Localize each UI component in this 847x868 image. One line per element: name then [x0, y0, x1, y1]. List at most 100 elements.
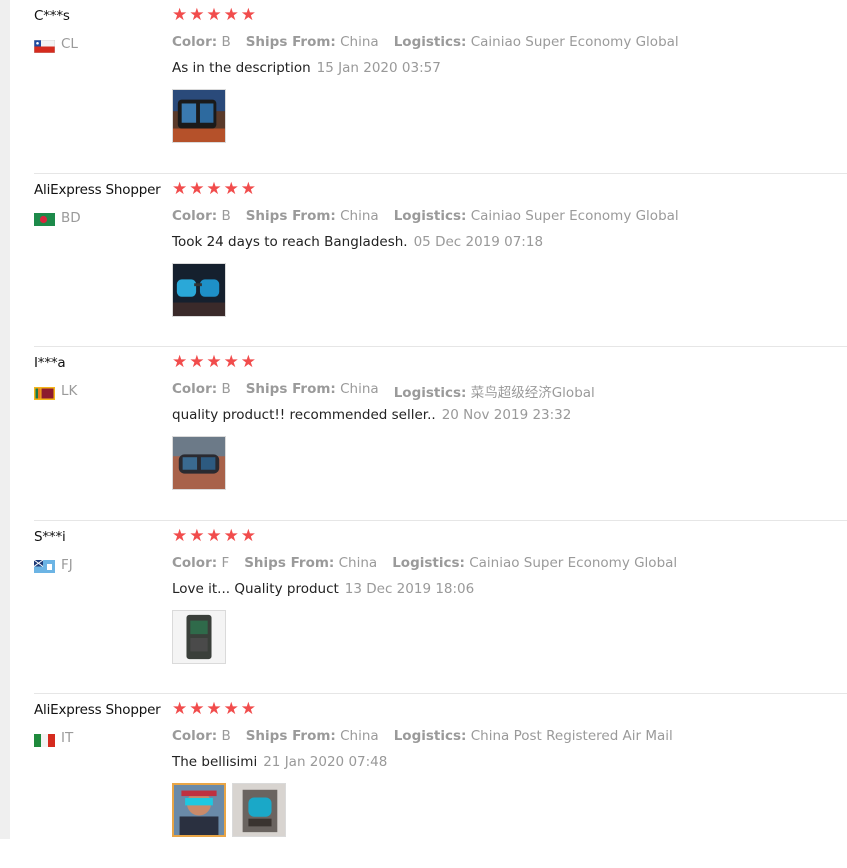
reviewer-country: IT [34, 730, 74, 747]
star-icon: ★ [189, 525, 205, 546]
review-date: 21 Jan 2020 07:48 [263, 754, 388, 770]
ships-from-label: Ships From: [245, 207, 336, 224]
review-item: AliExpress Shopper BD ★ ★ ★ ★ ★ Color: B Shi… [34, 174, 847, 347]
color-label: Color: [172, 34, 218, 50]
color-label: Color: [172, 207, 218, 224]
review-text: quality product!! recommended seller.. [172, 407, 436, 423]
review-photo-thumbnail[interactable] [172, 89, 226, 143]
ships-from-value: China [340, 728, 379, 744]
order-attributes: Color: B Ships From: China Logistics: 菜鸟… [172, 381, 610, 401]
star-rating: ★ ★ ★ ★ ★ [172, 701, 258, 718]
review-item: AliExpress Shopper IT ★ ★ ★ ★ ★ Color: B Shi… [34, 694, 847, 868]
country-code: LK [61, 383, 78, 399]
review-photo-thumbnail[interactable] [172, 436, 226, 490]
star-icon: ★ [240, 5, 256, 25]
review-photo-thumbnail[interactable] [232, 783, 286, 837]
star-rating: ★ ★ ★ ★ ★ [172, 7, 258, 24]
review-text: Took 24 days to reach Bangladesh. [172, 233, 408, 250]
chile-flag-icon [33, 38, 56, 53]
star-icon: ★ [223, 352, 239, 372]
star-icon: ★ [240, 178, 256, 199]
review-text: The bellisimi [172, 754, 258, 770]
review-content: Love it... Quality product 13 Dec 2019 18… [172, 581, 474, 597]
star-icon: ★ [223, 525, 239, 546]
star-icon: ★ [240, 525, 256, 546]
logistics-value: Cainiao Super Economy Global [470, 207, 679, 224]
star-icon: ★ [172, 699, 188, 719]
ships-from-label: Ships From: [244, 554, 335, 571]
review-date: 20 Nov 2019 23:32 [441, 407, 572, 423]
review-photo-thumbnail[interactable] [172, 783, 226, 837]
review-photos [172, 262, 232, 317]
order-attributes: Color: B Ships From: China Logistics: Ca… [172, 208, 694, 224]
star-rating: ★ ★ ★ ★ ★ [172, 178, 258, 199]
order-attributes: Color: B Ships From: China Logistics: Ch… [172, 728, 688, 744]
review-photo-thumbnail[interactable] [172, 609, 226, 664]
star-icon: ★ [206, 178, 222, 199]
reviewer-country: BD [34, 210, 81, 226]
star-icon: ★ [206, 352, 222, 372]
review-text: Love it... Quality product [172, 580, 339, 597]
reviewer-name: AliExpress Shopper [34, 702, 161, 718]
country-code: FJ [61, 556, 73, 573]
star-icon: ★ [189, 5, 205, 25]
color-value: B [221, 34, 231, 50]
review-date: 15 Jan 2020 03:57 [316, 60, 441, 76]
reviewer-country: CL [33, 36, 78, 53]
order-attributes: Color: F Ships From: China Logistics: Ca… [172, 555, 692, 571]
color-value: B [221, 728, 231, 744]
star-icon: ★ [172, 5, 188, 25]
color-value: B [221, 207, 231, 224]
star-icon: ★ [223, 178, 239, 199]
fiji-flag-icon [33, 558, 55, 573]
order-attributes: Color: B Ships From: China Logistics: Ca… [172, 34, 694, 50]
star-icon: ★ [206, 5, 222, 25]
star-rating: ★ ★ ★ ★ ★ [172, 525, 258, 546]
left-rail [0, 0, 10, 839]
logistics-label: Logistics: [393, 207, 467, 224]
color-label: Color: [172, 728, 218, 744]
review-photos [172, 609, 232, 664]
reviewer-country: FJ [33, 556, 73, 573]
ships-from-value: China [340, 207, 379, 224]
review-photo-thumbnail[interactable] [172, 262, 226, 317]
ships-from-label: Ships From: [245, 381, 336, 397]
sri-lanka-flag-icon [34, 385, 55, 400]
review-content: As in the description 15 Jan 2020 03:57 [172, 60, 441, 76]
review-photos [172, 783, 292, 837]
star-icon: ★ [189, 352, 205, 372]
color-value: B [221, 381, 231, 397]
star-icon: ★ [172, 178, 188, 199]
reviewer-name: AliExpress Shopper [34, 181, 161, 198]
ships-from-label: Ships From: [245, 728, 336, 744]
logistics-value: China Post Registered Air Mail [470, 728, 673, 744]
review-content: The bellisimi 21 Jan 2020 07:48 [172, 754, 387, 770]
review-photos [172, 436, 232, 490]
logistics-label: Logistics: [393, 728, 467, 744]
review-item: S***i FJ ★ ★ ★ ★ ★ Color: F Ships From: Chin… [33, 521, 847, 694]
bangladesh-flag-icon [34, 211, 55, 226]
review-date: 13 Dec 2019 18:06 [344, 580, 475, 597]
country-code: IT [61, 730, 74, 746]
italy-flag-icon [34, 732, 55, 747]
review-item: C***s CL ★ ★ ★ ★ ★ Color: B Ships From: Chin… [33, 0, 847, 174]
star-icon: ★ [223, 699, 239, 719]
color-label: Color: [172, 381, 218, 397]
review-content: Took 24 days to reach Bangladesh. 05 Dec … [172, 234, 543, 250]
ships-from-value: China [340, 381, 379, 397]
reviewer-name: C***s [34, 8, 70, 24]
reviewer-name: S***i [34, 528, 66, 545]
color-value: F [221, 554, 230, 571]
star-icon: ★ [240, 352, 256, 372]
logistics-label: Logistics: [392, 554, 465, 571]
logistics-value: 菜鸟超级经济Global [470, 385, 595, 401]
star-icon: ★ [189, 699, 205, 719]
ships-from-value: China [338, 554, 378, 571]
review-date: 05 Dec 2019 07:18 [413, 233, 544, 250]
review-content: quality product!! recommended seller.. 20… [172, 407, 571, 423]
country-code: CL [61, 36, 78, 52]
reviewer-country: LK [34, 383, 78, 400]
logistics-value: Cainiao Super Economy Global [470, 34, 679, 50]
logistics-label: Logistics: [393, 385, 467, 401]
star-icon: ★ [172, 352, 188, 372]
